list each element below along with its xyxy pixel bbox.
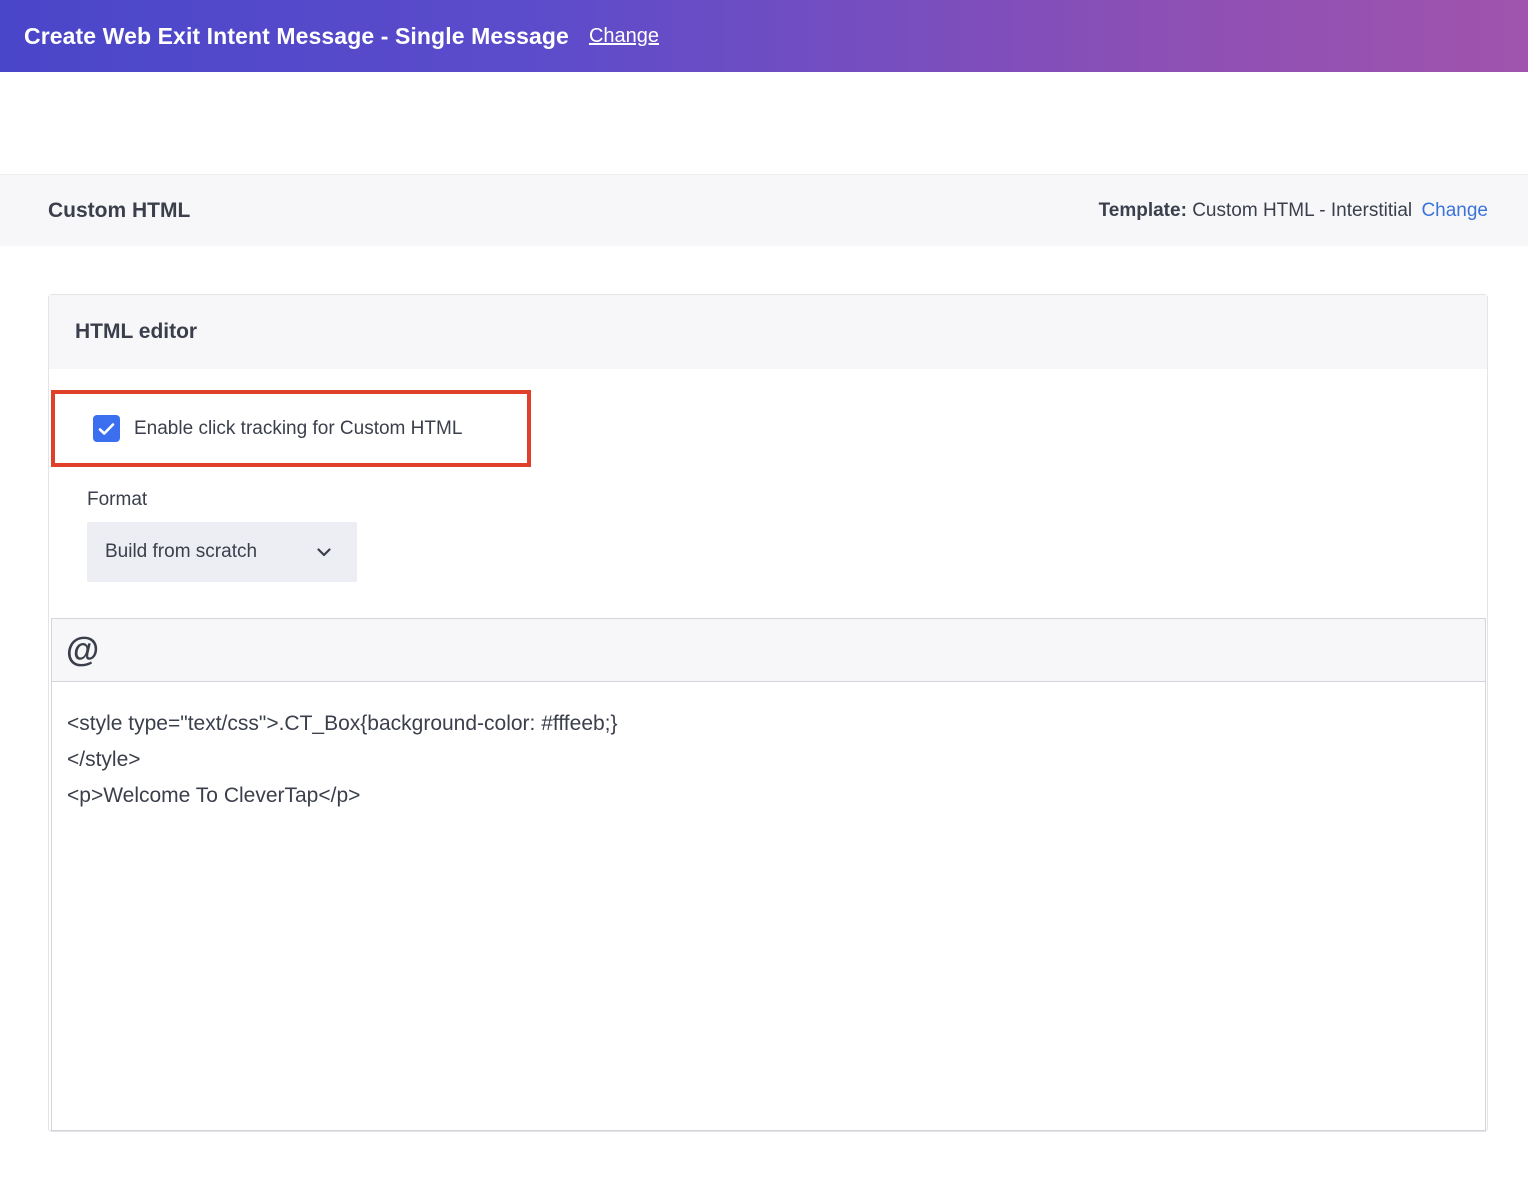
- chevron-down-icon: [317, 547, 331, 556]
- format-label: Format: [87, 489, 148, 510]
- code-line: <style type="text/css">.CT_Box{backgroun…: [67, 712, 618, 735]
- format-selected-value: Build from scratch: [105, 541, 258, 562]
- change-template-link[interactable]: Change: [1421, 200, 1488, 221]
- code-editor-body[interactable]: <style type="text/css">.CT_Box{backgroun…: [52, 682, 1485, 814]
- html-editor-card: HTML editor Enable click tracking for Cu…: [48, 294, 1488, 1132]
- code-line: </style>: [67, 748, 141, 771]
- top-header-bar: Create Web Exit Intent Message - Single …: [0, 0, 1528, 72]
- section-title: Custom HTML: [48, 198, 191, 222]
- template-info: Template: Custom HTML - Interstitial Cha…: [1099, 200, 1488, 222]
- code-editor[interactable]: @ <style type="text/css">.CT_Box{backgro…: [51, 618, 1486, 1131]
- click-tracking-checkbox[interactable]: [93, 415, 120, 442]
- html-editor-title: HTML editor: [75, 320, 198, 343]
- section-header: Custom HTML Template: Custom HTML - Inte…: [0, 174, 1528, 246]
- page-title: Create Web Exit Intent Message - Single …: [24, 22, 569, 49]
- change-message-type-link[interactable]: Change: [589, 25, 659, 48]
- template-label: Template:: [1098, 199, 1187, 221]
- code-editor-toolbar: @: [52, 619, 1485, 682]
- at-mention-icon[interactable]: @: [66, 633, 99, 667]
- template-value: Custom HTML - Interstitial: [1192, 199, 1413, 221]
- code-line: <p>Welcome To CleverTap</p>: [67, 784, 361, 807]
- format-dropdown[interactable]: Build from scratch: [87, 522, 357, 582]
- html-editor-card-header: HTML editor: [49, 295, 1487, 369]
- click-tracking-highlight: Enable click tracking for Custom HTML: [51, 390, 531, 467]
- click-tracking-label[interactable]: Enable click tracking for Custom HTML: [134, 418, 462, 440]
- checkmark-icon: [98, 422, 115, 435]
